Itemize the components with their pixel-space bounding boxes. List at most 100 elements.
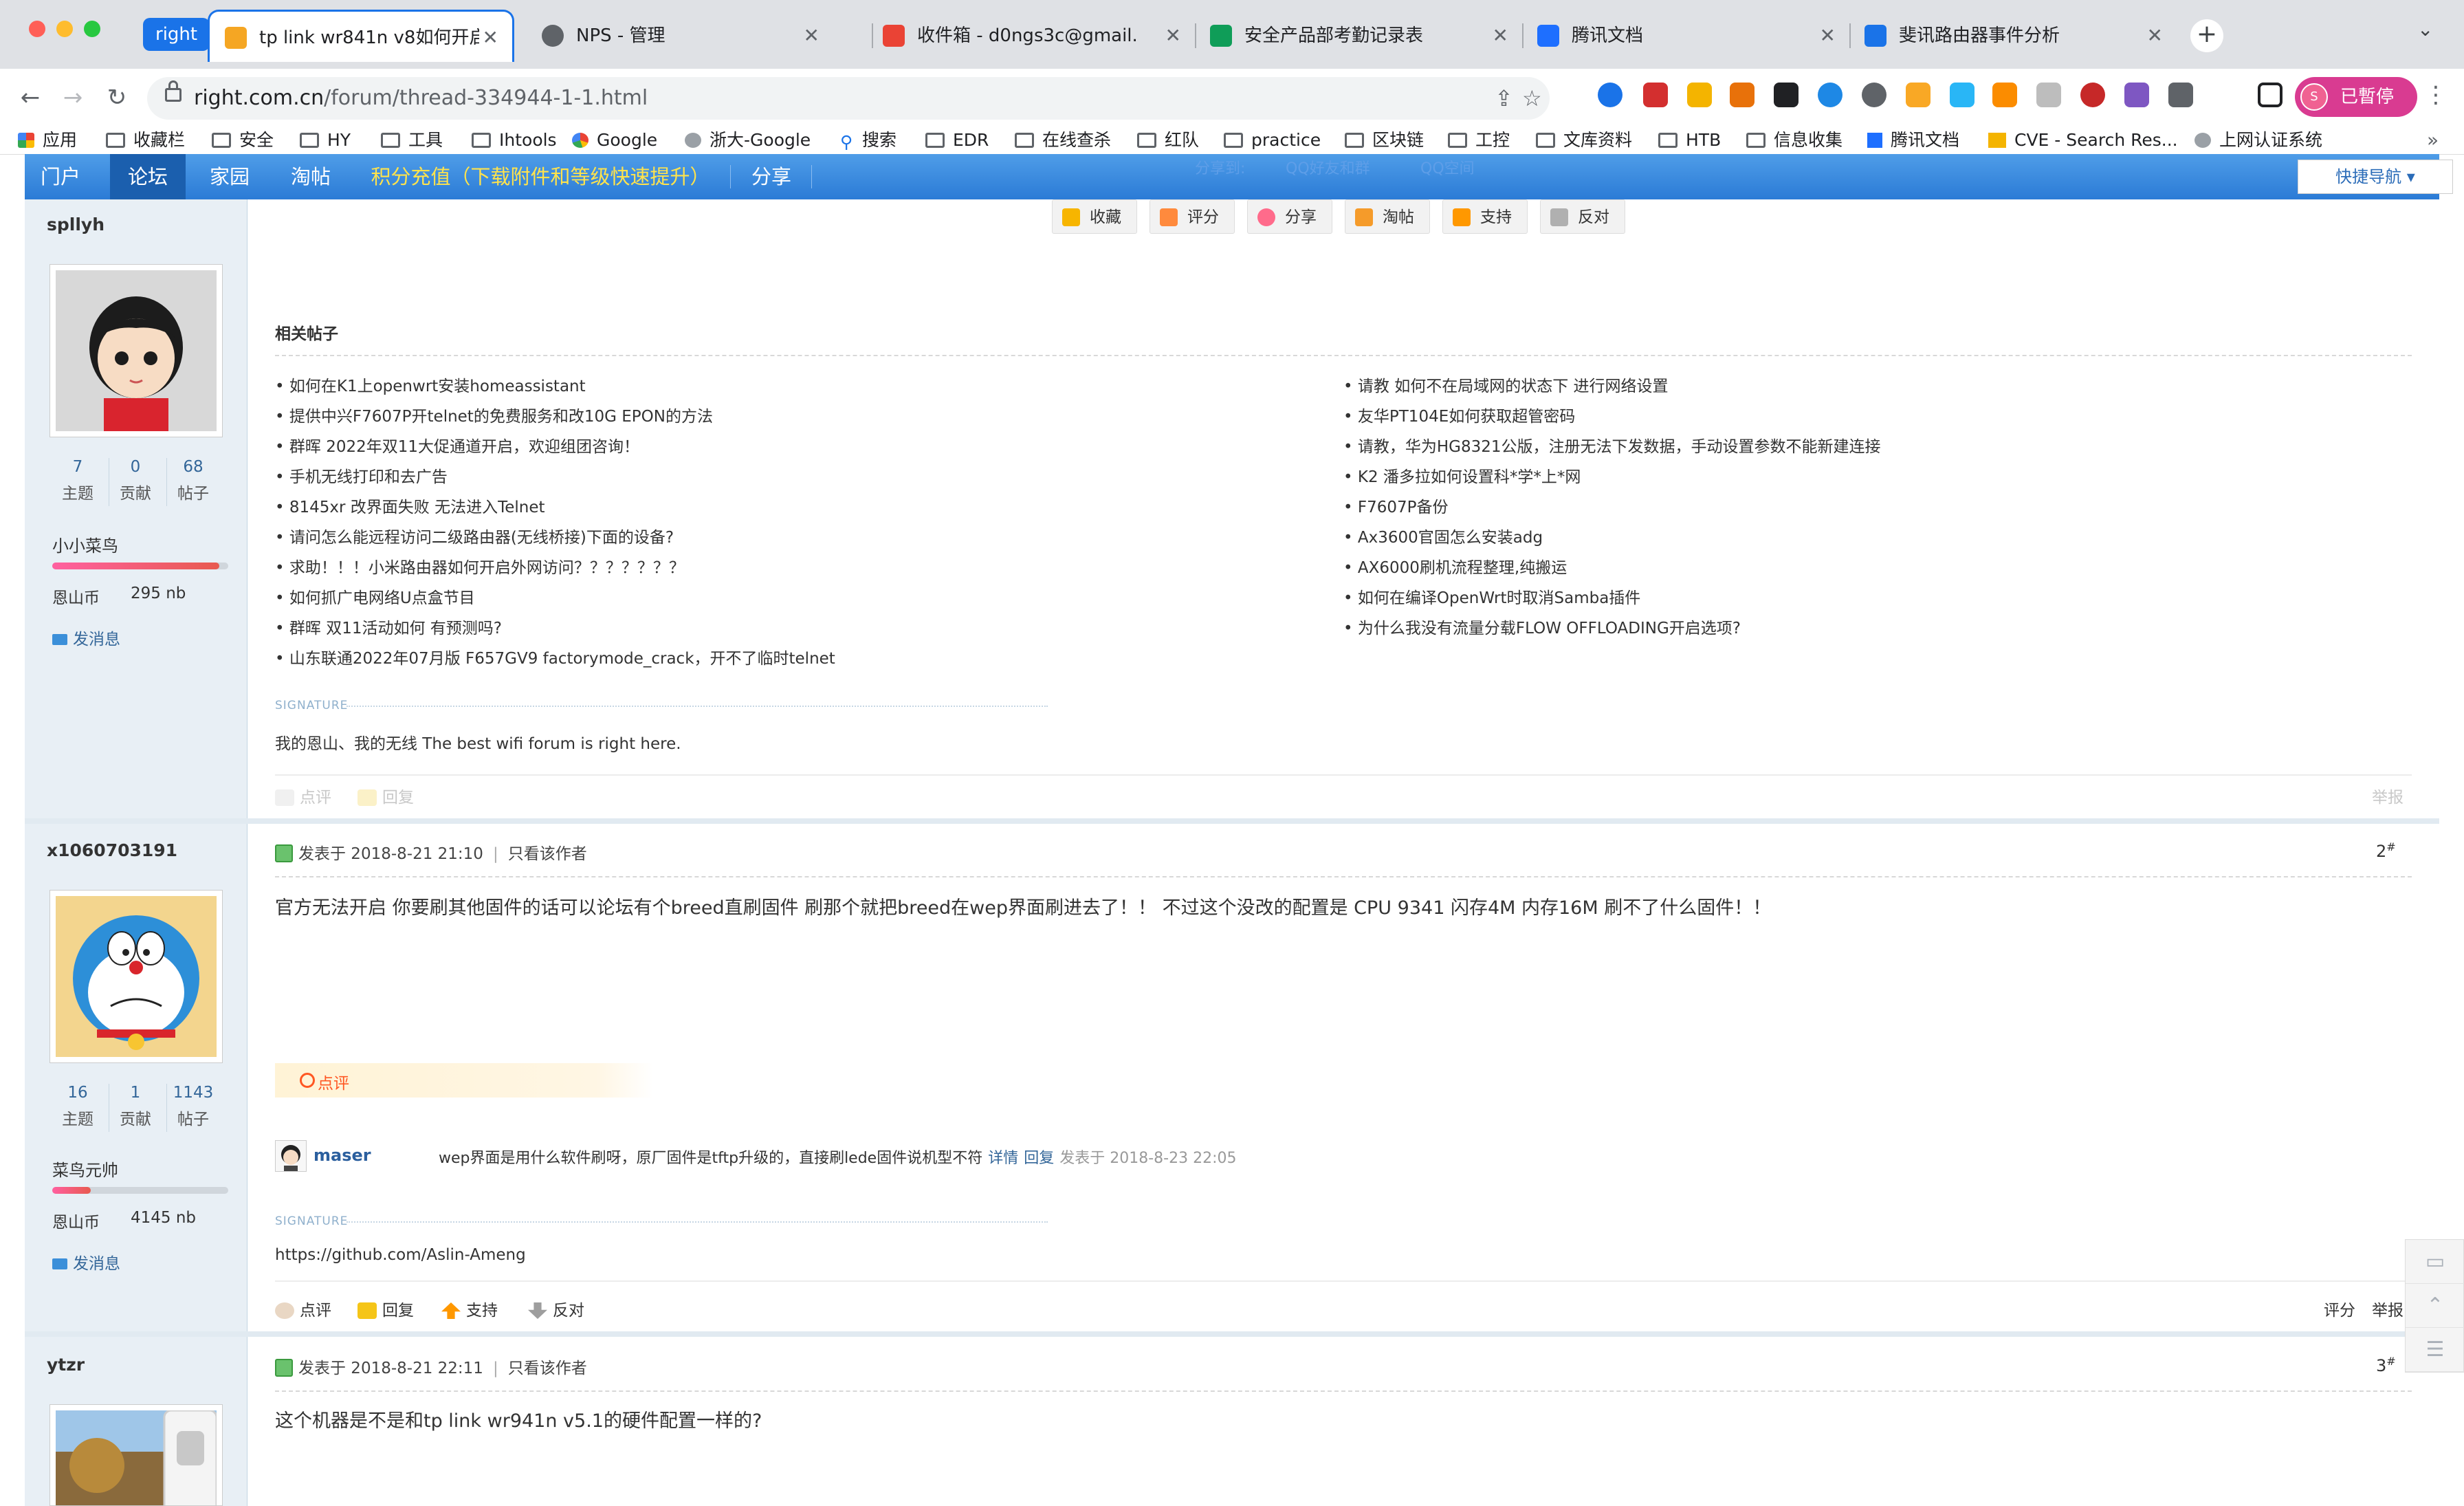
send-message-link[interactable]: 发消息 xyxy=(52,626,120,649)
puzzle-icon[interactable] xyxy=(2168,83,2193,107)
stat-contrib[interactable]: 0 贡献 xyxy=(111,458,160,503)
download-icon[interactable] xyxy=(1906,83,1930,107)
nav-collections[interactable]: 淘帖 xyxy=(275,154,346,199)
tab-search-chevron-icon[interactable]: ⌄ xyxy=(2417,18,2433,41)
nav-share[interactable]: 分享 xyxy=(736,154,807,199)
tab-nps[interactable]: NPS - 管理 ✕ xyxy=(527,10,833,62)
bookmark-star-icon[interactable]: ☆ xyxy=(1522,85,1542,111)
comment-button[interactable]: 点评 xyxy=(275,784,331,807)
bookmark-folder[interactable]: 工具 xyxy=(381,127,443,154)
related-post-link[interactable]: 为什么我没有流量分载FLOW OFFLOADING开启选项? xyxy=(1343,613,1881,644)
tab-right-forum[interactable]: tp link wr841n v8如何开启telnet ✕ xyxy=(208,10,514,62)
close-tab-icon[interactable]: ✕ xyxy=(1493,10,1508,62)
related-post-link[interactable]: K2 潘多拉如何设置科*学*上*网 xyxy=(1343,462,1881,492)
related-post-link[interactable]: 如何在K1上openwrt安装homeassistant xyxy=(275,371,835,402)
bookmark-tencent-docs[interactable]: 腾讯文档 xyxy=(1867,127,1959,154)
avatar[interactable] xyxy=(50,1404,223,1506)
related-post-link[interactable]: 求助！！！小米路由器如何开启外网访问？？？？？？？ xyxy=(275,553,835,583)
user-rank[interactable]: 菜鸟元帅 xyxy=(52,1157,118,1181)
stat-posts[interactable]: 68 帖子 xyxy=(169,458,217,503)
bookmark-apps[interactable]: 应用 xyxy=(18,127,77,154)
report-link[interactable]: 举报 xyxy=(2372,784,2404,807)
commenter-name[interactable]: maser xyxy=(314,1146,371,1165)
avatar[interactable] xyxy=(50,890,223,1063)
list-icon[interactable]: ☰ xyxy=(2406,1328,2464,1372)
bookmark-folder[interactable]: 区块链 xyxy=(1345,127,1424,154)
related-post-link[interactable]: 8145xr 改界面失败 无法进入Telnet xyxy=(275,492,835,523)
oppose-button[interactable]: 反对 xyxy=(1540,199,1625,234)
bookmark-folder[interactable]: HTB xyxy=(1658,127,1721,154)
extension-arrow-icon[interactable] xyxy=(1687,83,1712,107)
bookmark-folder[interactable]: 红队 xyxy=(1137,127,1199,154)
new-tab-button[interactable]: + xyxy=(2190,19,2223,52)
bookmark-folder[interactable]: practice xyxy=(1224,127,1321,154)
quick-nav-button[interactable]: 快捷导航 ▾ xyxy=(2298,160,2453,194)
support-button[interactable]: 支持 xyxy=(1442,199,1528,234)
bookmark-folder[interactable]: HY xyxy=(300,127,351,154)
ublock-icon[interactable] xyxy=(2080,83,2105,107)
close-tab-icon[interactable]: ✕ xyxy=(483,12,498,62)
profile-button[interactable]: S 已暫停 xyxy=(2295,77,2417,117)
stat-topics[interactable]: 16 主题 xyxy=(54,1084,102,1129)
bookmark-google[interactable]: Google xyxy=(572,127,657,154)
extension-glasses-icon[interactable] xyxy=(1774,83,1798,107)
extension-star-icon[interactable] xyxy=(2124,83,2149,107)
stat-topics[interactable]: 7 主题 xyxy=(54,458,102,503)
bookmark-folder[interactable]: Ihtools xyxy=(472,127,557,154)
bookmark-zju-google[interactable]: 浙大-Google xyxy=(685,127,811,154)
send-message-link[interactable]: 发消息 xyxy=(52,1250,120,1274)
bookmark-folder[interactable]: 工控 xyxy=(1448,127,1510,154)
forward-arrow-icon[interactable]: → xyxy=(55,80,91,116)
user-rank[interactable]: 小小菜鸟 xyxy=(52,532,118,556)
related-post-link[interactable]: F7607P备份 xyxy=(1343,492,1881,523)
zoom-window-button[interactable] xyxy=(84,21,100,37)
close-tab-icon[interactable]: ✕ xyxy=(1820,10,1836,62)
back-to-top-icon[interactable]: ⌃ xyxy=(2406,1284,2464,1328)
extension-copy-icon[interactable] xyxy=(2036,83,2061,107)
reply-button[interactable]: 回复 xyxy=(358,1297,414,1320)
cloud-icon[interactable] xyxy=(1862,83,1886,107)
address-bar[interactable]: right.com.cn/forum/thread-334944-1-1.htm… xyxy=(147,77,1550,120)
minimize-window-button[interactable] xyxy=(56,21,73,37)
reload-icon[interactable]: ↻ xyxy=(99,80,135,116)
nav-forum[interactable]: 论坛 xyxy=(110,154,186,199)
more-menu-icon[interactable]: ⋮ xyxy=(2424,81,2448,109)
related-post-link[interactable]: 如何抓广电网络U点盒节目 xyxy=(275,583,835,613)
related-post-link[interactable]: 山东联通2022年07月版 F657GV9 factorymode_crack，… xyxy=(275,644,835,674)
author-name[interactable]: x1060703191 xyxy=(47,840,177,860)
bookmark-folder[interactable]: 在线查杀 xyxy=(1015,127,1111,154)
related-post-link[interactable]: 如何在编译OpenWrt时取消Samba插件 xyxy=(1343,583,1881,613)
nav-points-recharge[interactable]: 积分充值（下载附件和等级快速提升） xyxy=(362,154,719,199)
reply-button[interactable]: 回复 xyxy=(358,784,414,807)
related-post-link[interactable]: 提供中兴F7607P开telnet的免费服务和改10G EPON的方法 xyxy=(275,402,835,432)
floor-number[interactable]: 2# xyxy=(2376,840,2396,861)
bookmark-cve[interactable]: CVE - Search Res... xyxy=(1988,127,2178,154)
back-arrow-icon[interactable]: ← xyxy=(12,80,48,116)
related-post-link[interactable]: 请教，华为HG8321公版，注册无法下发数据，手动设置参数不能新建连接 xyxy=(1343,432,1881,462)
comment-reply-link[interactable]: 回复 xyxy=(1024,1150,1054,1167)
bookmark-folder[interactable]: 安全 xyxy=(212,127,274,154)
comment-icon[interactable]: ▭ xyxy=(2406,1240,2464,1284)
related-post-link[interactable]: 友华PT104E如何获取超管密码 xyxy=(1343,402,1881,432)
comment-button[interactable]: 点评 xyxy=(275,1297,331,1320)
author-name[interactable]: spllyh xyxy=(47,215,104,234)
rate-link[interactable]: 评分 xyxy=(2324,1297,2355,1320)
related-post-link[interactable]: AX6000刷机流程整理,纯搬运 xyxy=(1343,553,1881,583)
commenter-avatar[interactable] xyxy=(275,1140,307,1172)
extension-orange-icon[interactable] xyxy=(1992,83,2017,107)
author-name[interactable]: ytzr xyxy=(47,1355,85,1375)
floor-number[interactable]: 3# xyxy=(2376,1355,2396,1375)
close-tab-icon[interactable]: ✕ xyxy=(1165,10,1181,62)
tab-gmail[interactable]: 收件箱 - d0ngs3c@gmail.com ✕ xyxy=(868,10,1195,62)
extension-circle-icon[interactable] xyxy=(1598,83,1622,107)
collect-button[interactable]: 淘帖 xyxy=(1345,199,1430,234)
side-panel-icon[interactable] xyxy=(2258,83,2282,107)
close-window-button[interactable] xyxy=(29,21,45,37)
comment-detail-link[interactable]: 详情 xyxy=(988,1150,1018,1167)
bookmark-folder[interactable]: EDR xyxy=(925,127,989,154)
related-post-link[interactable]: Ax3600官固怎么安装adg xyxy=(1343,523,1881,553)
metamask-icon[interactable] xyxy=(1730,83,1754,107)
close-tab-icon[interactable]: ✕ xyxy=(804,10,820,62)
share-qzone[interactable]: QQ空间 xyxy=(1420,154,1475,184)
bookmark-folder[interactable]: 信息收集 xyxy=(1746,127,1842,154)
